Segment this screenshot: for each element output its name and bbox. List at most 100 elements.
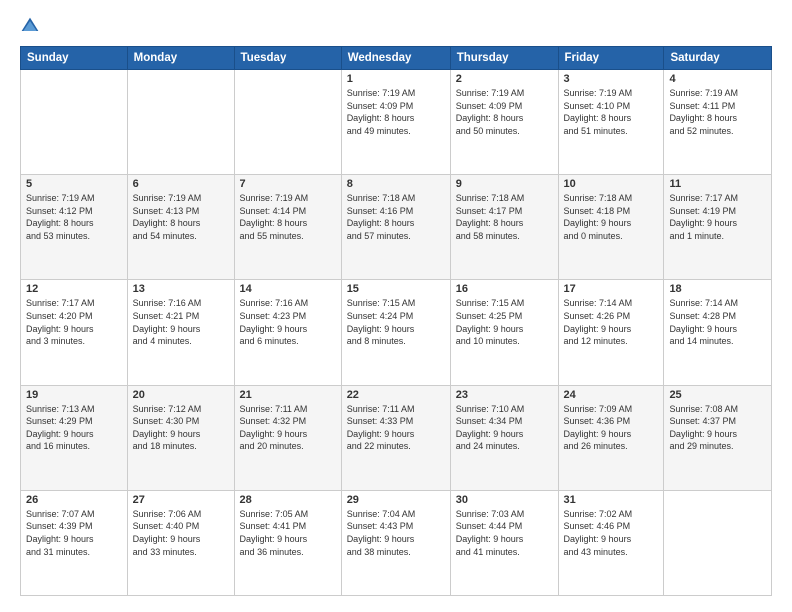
day-info: Sunrise: 7:19 AM Sunset: 4:12 PM Dayligh…	[26, 192, 122, 242]
day-number: 6	[133, 178, 229, 190]
day-info: Sunrise: 7:08 AM Sunset: 4:37 PM Dayligh…	[669, 403, 766, 453]
day-info: Sunrise: 7:19 AM Sunset: 4:13 PM Dayligh…	[133, 192, 229, 242]
day-info: Sunrise: 7:14 AM Sunset: 4:26 PM Dayligh…	[564, 297, 659, 347]
day-number: 12	[26, 283, 122, 295]
day-info: Sunrise: 7:17 AM Sunset: 4:19 PM Dayligh…	[669, 192, 766, 242]
calendar-cell: 25 Sunrise: 7:08 AM Sunset: 4:37 PM Dayli…	[664, 385, 772, 490]
day-number: 26	[26, 494, 122, 506]
logo	[20, 16, 44, 36]
calendar-cell: 26Sunrise: 7:07 AM Sunset: 4:39 PM Dayli…	[21, 490, 128, 595]
day-number: 25	[669, 389, 766, 401]
calendar-cell	[127, 70, 234, 175]
day-info: Sunrise: 7:02 AM Sunset: 4:46 PM Dayligh…	[564, 508, 659, 558]
calendar-cell: 7 Sunrise: 7:19 AM Sunset: 4:14 PM Daylig…	[234, 175, 341, 280]
day-info: Sunrise: 7:15 AM Sunset: 4:24 PM Dayligh…	[347, 297, 445, 347]
day-number: 14	[240, 283, 336, 295]
calendar-cell: 30 Sunrise: 7:03 AM Sunset: 4:44 PM Dayli…	[450, 490, 558, 595]
day-number: 3	[564, 73, 659, 85]
calendar-cell: 8 Sunrise: 7:18 AM Sunset: 4:16 PM Daylig…	[341, 175, 450, 280]
day-number: 13	[133, 283, 229, 295]
day-number: 23	[456, 389, 553, 401]
day-number: 29	[347, 494, 445, 506]
day-number: 2	[456, 73, 553, 85]
day-info: Sunrise: 7:09 AM Sunset: 4:36 PM Dayligh…	[564, 403, 659, 453]
day-number: 9	[456, 178, 553, 190]
day-info: Sunrise: 7:16 AM Sunset: 4:23 PM Dayligh…	[240, 297, 336, 347]
day-info: Sunrise: 7:18 AM Sunset: 4:18 PM Dayligh…	[564, 192, 659, 242]
weekday-header-sunday: Sunday	[21, 47, 128, 70]
calendar-cell: 17 Sunrise: 7:14 AM Sunset: 4:26 PM Dayli…	[558, 280, 664, 385]
calendar-cell: 28 Sunrise: 7:05 AM Sunset: 4:41 PM Dayli…	[234, 490, 341, 595]
day-info: Sunrise: 7:10 AM Sunset: 4:34 PM Dayligh…	[456, 403, 553, 453]
calendar-cell: 27 Sunrise: 7:06 AM Sunset: 4:40 PM Dayli…	[127, 490, 234, 595]
day-info: Sunrise: 7:11 AM Sunset: 4:33 PM Dayligh…	[347, 403, 445, 453]
weekday-header-friday: Friday	[558, 47, 664, 70]
day-info: Sunrise: 7:19 AM Sunset: 4:09 PM Dayligh…	[456, 87, 553, 137]
day-number: 1	[347, 73, 445, 85]
calendar-cell: 19 Sunrise: 7:13 AM Sunset: 4:29 PM Dayli…	[21, 385, 128, 490]
calendar-cell	[664, 490, 772, 595]
calendar-cell	[234, 70, 341, 175]
weekday-header-wednesday: Wednesday	[341, 47, 450, 70]
day-number: 24	[564, 389, 659, 401]
calendar-cell: 16 Sunrise: 7:15 AM Sunset: 4:25 PM Dayli…	[450, 280, 558, 385]
day-number: 31	[564, 494, 659, 506]
calendar-cell: 3 Sunrise: 7:19 AM Sunset: 4:10 PM Daylig…	[558, 70, 664, 175]
day-info: Sunrise: 7:06 AM Sunset: 4:40 PM Dayligh…	[133, 508, 229, 558]
calendar-cell: 2 Sunrise: 7:19 AM Sunset: 4:09 PM Daylig…	[450, 70, 558, 175]
calendar-cell: 31 Sunrise: 7:02 AM Sunset: 4:46 PM Dayli…	[558, 490, 664, 595]
calendar-cell: 14 Sunrise: 7:16 AM Sunset: 4:23 PM Dayli…	[234, 280, 341, 385]
day-info: Sunrise: 7:18 AM Sunset: 4:17 PM Dayligh…	[456, 192, 553, 242]
day-number: 10	[564, 178, 659, 190]
calendar-cell: 13 Sunrise: 7:16 AM Sunset: 4:21 PM Dayli…	[127, 280, 234, 385]
calendar-cell: 11 Sunrise: 7:17 AM Sunset: 4:19 PM Dayli…	[664, 175, 772, 280]
day-number: 16	[456, 283, 553, 295]
day-number: 30	[456, 494, 553, 506]
day-number: 28	[240, 494, 336, 506]
day-info: Sunrise: 7:19 AM Sunset: 4:11 PM Dayligh…	[669, 87, 766, 137]
day-info: Sunrise: 7:18 AM Sunset: 4:16 PM Dayligh…	[347, 192, 445, 242]
calendar-cell: 1Sunrise: 7:19 AM Sunset: 4:09 PM Daylig…	[341, 70, 450, 175]
day-number: 5	[26, 178, 122, 190]
weekday-header-saturday: Saturday	[664, 47, 772, 70]
calendar-cell: 12 Sunrise: 7:17 AM Sunset: 4:20 PM Dayli…	[21, 280, 128, 385]
calendar-cell: 6 Sunrise: 7:19 AM Sunset: 4:13 PM Daylig…	[127, 175, 234, 280]
calendar-cell: 24 Sunrise: 7:09 AM Sunset: 4:36 PM Dayli…	[558, 385, 664, 490]
day-number: 4	[669, 73, 766, 85]
calendar-cell: 9 Sunrise: 7:18 AM Sunset: 4:17 PM Daylig…	[450, 175, 558, 280]
calendar-cell: 23 Sunrise: 7:10 AM Sunset: 4:34 PM Dayli…	[450, 385, 558, 490]
day-number: 20	[133, 389, 229, 401]
day-number: 8	[347, 178, 445, 190]
day-info: Sunrise: 7:05 AM Sunset: 4:41 PM Dayligh…	[240, 508, 336, 558]
day-info: Sunrise: 7:03 AM Sunset: 4:44 PM Dayligh…	[456, 508, 553, 558]
day-info: Sunrise: 7:19 AM Sunset: 4:14 PM Dayligh…	[240, 192, 336, 242]
calendar-cell: 15Sunrise: 7:15 AM Sunset: 4:24 PM Dayli…	[341, 280, 450, 385]
day-info: Sunrise: 7:13 AM Sunset: 4:29 PM Dayligh…	[26, 403, 122, 453]
calendar-cell: 10 Sunrise: 7:18 AM Sunset: 4:18 PM Dayli…	[558, 175, 664, 280]
day-number: 7	[240, 178, 336, 190]
day-info: Sunrise: 7:17 AM Sunset: 4:20 PM Dayligh…	[26, 297, 122, 347]
day-info: Sunrise: 7:14 AM Sunset: 4:28 PM Dayligh…	[669, 297, 766, 347]
day-number: 18	[669, 283, 766, 295]
day-number: 17	[564, 283, 659, 295]
calendar-cell	[21, 70, 128, 175]
day-number: 11	[669, 178, 766, 190]
calendar-cell: 29 Sunrise: 7:04 AM Sunset: 4:43 PM Dayli…	[341, 490, 450, 595]
calendar-cell: 18 Sunrise: 7:14 AM Sunset: 4:28 PM Dayli…	[664, 280, 772, 385]
day-number: 21	[240, 389, 336, 401]
day-info: Sunrise: 7:12 AM Sunset: 4:30 PM Dayligh…	[133, 403, 229, 453]
day-number: 19	[26, 389, 122, 401]
calendar-cell: 21Sunrise: 7:11 AM Sunset: 4:32 PM Dayli…	[234, 385, 341, 490]
day-number: 27	[133, 494, 229, 506]
weekday-header-monday: Monday	[127, 47, 234, 70]
calendar-cell: 20 Sunrise: 7:12 AM Sunset: 4:30 PM Dayli…	[127, 385, 234, 490]
page-header	[20, 16, 772, 36]
day-info: Sunrise: 7:19 AM Sunset: 4:10 PM Dayligh…	[564, 87, 659, 137]
day-info: Sunrise: 7:16 AM Sunset: 4:21 PM Dayligh…	[133, 297, 229, 347]
day-info: Sunrise: 7:04 AM Sunset: 4:43 PM Dayligh…	[347, 508, 445, 558]
calendar-cell: 22Sunrise: 7:11 AM Sunset: 4:33 PM Dayli…	[341, 385, 450, 490]
weekday-header-tuesday: Tuesday	[234, 47, 341, 70]
day-info: Sunrise: 7:15 AM Sunset: 4:25 PM Dayligh…	[456, 297, 553, 347]
calendar-table: SundayMondayTuesdayWednesdayThursdayFrid…	[20, 46, 772, 596]
weekday-header-thursday: Thursday	[450, 47, 558, 70]
